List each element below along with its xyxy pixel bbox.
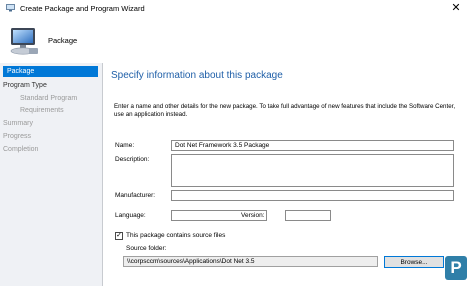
intro-text: Enter a name and other details for the n… xyxy=(114,103,456,118)
source-folder-label: Source folder: xyxy=(126,245,167,252)
sidebar-item-package[interactable]: Package xyxy=(3,66,98,77)
sidebar-item-completion[interactable]: Completion xyxy=(3,144,38,155)
language-label: Language: xyxy=(115,212,146,219)
sidebar-item-program-type[interactable]: Program Type xyxy=(3,80,47,91)
wizard-header: Package xyxy=(0,17,474,64)
wizard-app-icon xyxy=(6,4,15,12)
watermark-logo: P xyxy=(445,256,467,280)
source-files-checkbox-label: This package contains source files xyxy=(126,232,226,239)
version-field[interactable] xyxy=(285,210,331,221)
browse-button[interactable]: Browse... xyxy=(384,256,444,268)
sidebar-item-requirements[interactable]: Requirements xyxy=(20,105,64,116)
name-field[interactable]: Dot Net Framework 3.5 Package xyxy=(171,140,454,151)
manufacturer-label: Manufacturer: xyxy=(115,192,156,199)
window-title: Create Package and Program Wizard xyxy=(20,4,145,13)
source-folder-field[interactable]: \\corpsccm\sources\Applications\Dot Net … xyxy=(123,256,378,267)
version-label: Version: xyxy=(241,212,265,219)
sidebar-item-progress[interactable]: Progress xyxy=(3,131,31,142)
manufacturer-field[interactable] xyxy=(171,190,454,201)
close-button[interactable]: ✕ xyxy=(438,0,474,17)
sidebar-item-summary[interactable]: Summary xyxy=(3,118,33,129)
wizard-content: Specify information about this package E… xyxy=(103,63,474,286)
title-bar: Create Package and Program Wizard ✕ xyxy=(0,0,474,18)
source-files-checkbox[interactable]: ✓ xyxy=(115,232,123,240)
header-title: Package xyxy=(48,36,78,45)
name-label: Name: xyxy=(115,142,135,149)
wizard-steps-sidebar: Package Program Type Standard Program Re… xyxy=(0,63,103,286)
page-heading: Specify information about this package xyxy=(111,70,283,81)
wizard-window: Create Package and Program Wizard ✕ Pack… xyxy=(0,0,474,286)
description-field[interactable] xyxy=(171,154,454,187)
description-label: Description: xyxy=(115,156,150,163)
computer-icon xyxy=(10,28,38,55)
sidebar-item-standard-program[interactable]: Standard Program xyxy=(20,93,77,104)
